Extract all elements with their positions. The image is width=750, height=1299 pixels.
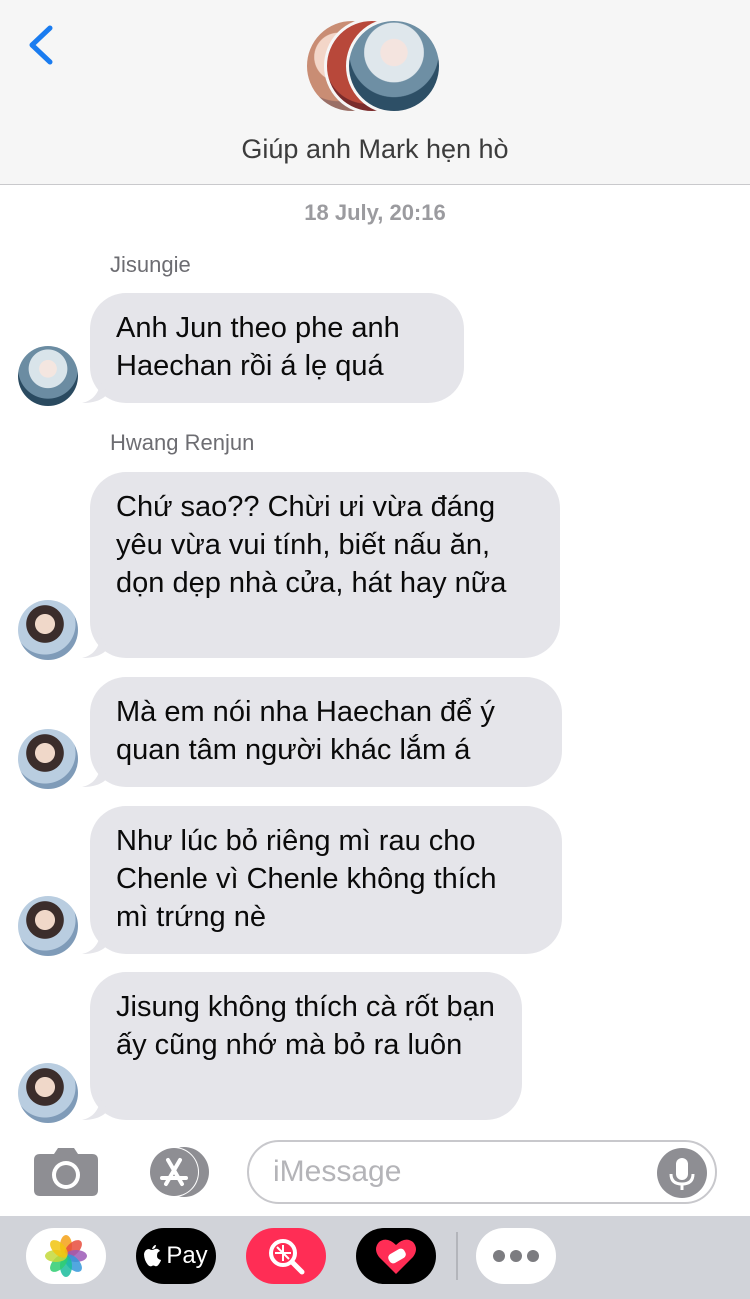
heart-stickers-app-button[interactable] — [356, 1228, 436, 1284]
avatar[interactable] — [18, 600, 78, 660]
app-store-button[interactable] — [140, 1146, 212, 1198]
message-bubble[interactable]: Như lúc bỏ riêng mì rau cho Chenle vì Ch… — [82, 806, 562, 954]
message-text: Jisung không thích cà rốt bạn ấy cũng nh… — [116, 991, 495, 1061]
message-field[interactable] — [247, 1140, 717, 1204]
message-bubble[interactable]: Chứ sao?? Chừi ưi vừa đáng yêu vừa vui t… — [82, 472, 560, 658]
apple-pay-button[interactable]: Pay — [136, 1228, 216, 1284]
app-store-icon — [149, 1147, 209, 1197]
camera-icon — [34, 1148, 98, 1196]
camera-button[interactable] — [34, 1148, 98, 1196]
avatar[interactable] — [18, 1063, 78, 1123]
bubble-tail — [82, 932, 108, 954]
back-button[interactable] — [22, 22, 62, 68]
message-bubble[interactable]: Jisung không thích cà rốt bạn ấy cũng nh… — [82, 972, 522, 1120]
message-timestamp: 18 July, 20:16 — [304, 200, 446, 225]
group-title[interactable]: Giúp anh Mark hẹn hò — [0, 134, 750, 165]
image-search-app-button[interactable] — [246, 1228, 326, 1284]
bubble-tail — [82, 636, 108, 658]
heart-stickers-icon — [376, 1239, 416, 1274]
message-bubble[interactable]: Mà em nói nha Haechan để ý quan tâm ngườ… — [82, 677, 562, 787]
message-text: Chứ sao?? Chừi ưi vừa đáng yêu vừa vui t… — [116, 491, 507, 599]
message-text: Như lúc bỏ riêng mì rau cho Chenle vì Ch… — [116, 825, 497, 933]
apple-logo-icon — [144, 1245, 162, 1267]
app-drawer: Pay — [0, 1216, 750, 1299]
message-text: Mà em nói nha Haechan để ý quan tâm ngườ… — [116, 696, 495, 766]
microphone-icon — [669, 1158, 695, 1190]
bubble-tail — [82, 765, 108, 787]
microphone-button[interactable] — [657, 1148, 707, 1198]
group-avatar — [346, 18, 442, 114]
message-text: Anh Jun theo phe anh Haechan rồi á lẹ qu… — [116, 312, 400, 382]
drawer-divider — [456, 1232, 458, 1280]
conversation-header: Giúp anh Mark hẹn hò — [0, 0, 750, 185]
sender-name: Jisungie — [110, 252, 191, 277]
more-apps-button[interactable] — [476, 1228, 556, 1284]
avatar[interactable] — [18, 896, 78, 956]
photos-app-button[interactable] — [26, 1228, 106, 1284]
more-icon — [493, 1250, 539, 1262]
image-search-icon — [269, 1239, 305, 1275]
avatar[interactable] — [18, 729, 78, 789]
bubble-tail — [82, 1098, 108, 1120]
message-bubble[interactable]: Anh Jun theo phe anh Haechan rồi á lẹ qu… — [82, 293, 464, 403]
avatar[interactable] — [18, 346, 78, 406]
message-input-bar — [0, 1130, 750, 1216]
chevron-left-icon — [29, 25, 53, 65]
photos-icon — [45, 1235, 87, 1277]
bubble-tail — [82, 381, 108, 403]
sender-name: Hwang Renjun — [110, 430, 255, 455]
group-avatars[interactable] — [304, 18, 454, 118]
message-input[interactable] — [273, 1150, 653, 1194]
apple-pay-label: Pay — [166, 1242, 208, 1269]
